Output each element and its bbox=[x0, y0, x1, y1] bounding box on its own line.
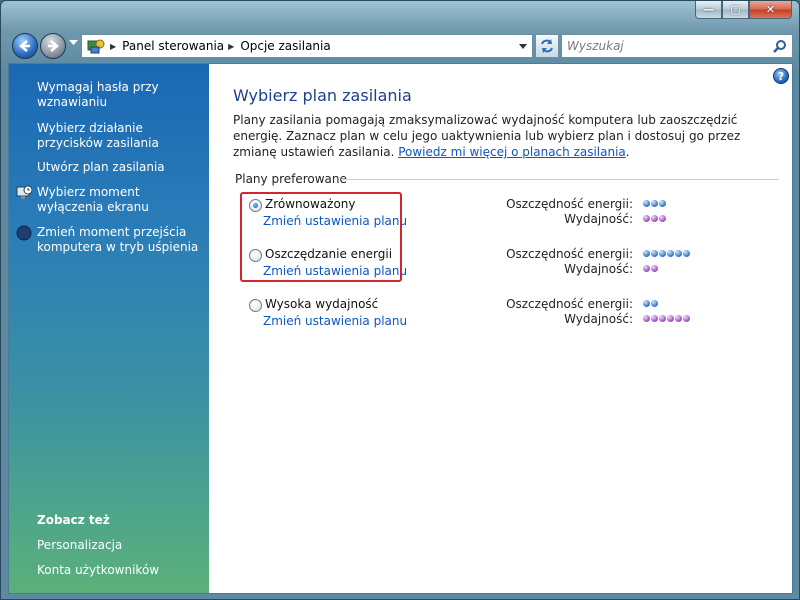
main-pane: ? Wybierz plan zasilania Plany zasilania… bbox=[209, 64, 792, 593]
energy-dot-icon bbox=[659, 250, 666, 257]
energy-dot-icon bbox=[659, 200, 666, 207]
page-description: Plany zasilania pomagają zmaksymalizować… bbox=[233, 112, 778, 160]
address-bar[interactable]: ▶ Panel sterowania ▶ Opcje zasilania bbox=[81, 34, 533, 58]
chevron-down-icon bbox=[519, 43, 527, 49]
task-require-password[interactable]: Wymagaj hasła przy wznawianiu bbox=[37, 80, 202, 110]
task-display-off[interactable]: Wybierz moment wyłączenia ekranu bbox=[37, 185, 149, 214]
performance-label: Wydajność: bbox=[564, 212, 633, 226]
red-highlight-box bbox=[240, 192, 402, 282]
chevron-down-icon bbox=[69, 40, 78, 45]
description-end: . bbox=[625, 145, 630, 159]
performance-dot-icon bbox=[643, 265, 650, 272]
task-display-off-item[interactable]: Wybierz moment wyłączenia ekranu bbox=[16, 185, 202, 215]
task-sleep-item[interactable]: Zmień moment przejścia komputera w tryb … bbox=[16, 225, 202, 255]
performance-dot-icon bbox=[651, 265, 658, 272]
page-title: Wybierz plan zasilania bbox=[233, 86, 412, 105]
energy-rating bbox=[643, 300, 658, 307]
energy-label: Oszczędność energii: bbox=[506, 297, 633, 311]
refresh-button[interactable] bbox=[535, 34, 559, 58]
refresh-icon bbox=[541, 39, 553, 53]
search-button[interactable] bbox=[771, 37, 789, 55]
performance-dot-icon bbox=[667, 315, 674, 322]
plan-high-performance: Wysoka wydajność Zmień ustawienia planu … bbox=[249, 297, 769, 337]
performance-rating bbox=[643, 315, 690, 322]
breadcrumb-opcje-zasilania[interactable]: Opcje zasilania bbox=[240, 39, 330, 53]
search-box[interactable] bbox=[561, 34, 793, 58]
recent-pages-dropdown[interactable] bbox=[69, 39, 81, 53]
energy-dot-icon bbox=[651, 300, 658, 307]
breadcrumb-panel-sterowania[interactable]: Panel sterowania bbox=[122, 39, 224, 53]
minimize-button[interactable]: — bbox=[695, 1, 722, 19]
close-icon: ✕ bbox=[765, 3, 776, 16]
search-icon bbox=[773, 40, 786, 53]
energy-dot-icon bbox=[643, 300, 650, 307]
energy-label: Oszczędność energii: bbox=[506, 197, 633, 211]
task-sleep[interactable]: Zmień moment przejścia komputera w tryb … bbox=[37, 225, 198, 254]
performance-rating bbox=[643, 215, 666, 222]
performance-label: Wydajność: bbox=[564, 262, 633, 276]
arrow-left-icon bbox=[19, 40, 30, 52]
forward-button[interactable] bbox=[40, 33, 66, 59]
performance-dot-icon bbox=[683, 315, 690, 322]
moon-icon bbox=[16, 225, 32, 241]
minimize-icon: — bbox=[703, 3, 714, 16]
task-create-plan[interactable]: Utwórz plan zasilania bbox=[37, 160, 202, 175]
plan-high-performance-change-link[interactable]: Zmień ustawienia planu bbox=[263, 314, 407, 328]
energy-rating bbox=[643, 250, 690, 257]
back-button[interactable] bbox=[12, 33, 38, 59]
close-button[interactable]: ✕ bbox=[749, 1, 792, 19]
energy-label: Oszczędność energii: bbox=[506, 247, 633, 261]
learn-more-link[interactable]: Powiedz mi więcej o planach zasilania bbox=[398, 145, 626, 159]
arrow-right-icon bbox=[48, 40, 59, 52]
group-divider bbox=[341, 179, 779, 180]
energy-dot-icon bbox=[675, 250, 682, 257]
caption-buttons: — ▢ ✕ bbox=[695, 1, 792, 19]
energy-dot-icon bbox=[683, 250, 690, 257]
see-also-heading: Zobacz też bbox=[37, 513, 110, 527]
performance-dot-icon bbox=[659, 315, 666, 322]
performance-rating bbox=[643, 265, 658, 272]
address-dropdown-button[interactable] bbox=[514, 35, 532, 57]
monitor-clock-icon bbox=[16, 185, 33, 201]
breadcrumb-separator-icon[interactable]: ▶ bbox=[228, 42, 234, 51]
task-pane: Wymagaj hasła przy wznawianiu Wybierz dz… bbox=[9, 64, 209, 593]
see-also-personalization[interactable]: Personalizacja bbox=[37, 538, 202, 553]
plan-high-performance-name[interactable]: Wysoka wydajność bbox=[265, 297, 378, 311]
performance-dot-icon bbox=[643, 315, 650, 322]
energy-dot-icon bbox=[667, 250, 674, 257]
performance-dot-icon bbox=[659, 215, 666, 222]
plan-high-performance-radio[interactable] bbox=[249, 299, 262, 312]
performance-dot-icon bbox=[651, 315, 658, 322]
help-icon[interactable]: ? bbox=[773, 68, 789, 84]
energy-dot-icon bbox=[651, 250, 658, 257]
energy-rating bbox=[643, 200, 666, 207]
navigation-bar: ▶ Panel sterowania ▶ Opcje zasilania bbox=[9, 31, 793, 61]
maximize-button[interactable]: ▢ bbox=[722, 1, 749, 19]
performance-label: Wydajność: bbox=[564, 312, 633, 326]
maximize-icon: ▢ bbox=[730, 3, 741, 16]
see-also-user-accounts[interactable]: Konta użytkowników bbox=[37, 563, 202, 578]
content-area: Wymagaj hasła przy wznawianiu Wybierz dz… bbox=[8, 63, 793, 594]
control-panel-icon bbox=[86, 37, 106, 55]
control-panel-window: — ▢ ✕ ▶ Panel sterowania ▶ Opcje zasilan… bbox=[0, 0, 800, 600]
energy-dot-icon bbox=[643, 200, 650, 207]
performance-dot-icon bbox=[651, 215, 658, 222]
search-input[interactable] bbox=[562, 39, 762, 53]
performance-dot-icon bbox=[643, 215, 650, 222]
energy-dot-icon bbox=[651, 200, 658, 207]
task-power-buttons[interactable]: Wybierz działanie przycisków zasilania bbox=[37, 121, 202, 151]
preferred-plans-heading: Plany preferowane bbox=[235, 172, 347, 186]
energy-dot-icon bbox=[643, 250, 650, 257]
performance-dot-icon bbox=[675, 315, 682, 322]
breadcrumb-separator-icon[interactable]: ▶ bbox=[110, 42, 116, 51]
